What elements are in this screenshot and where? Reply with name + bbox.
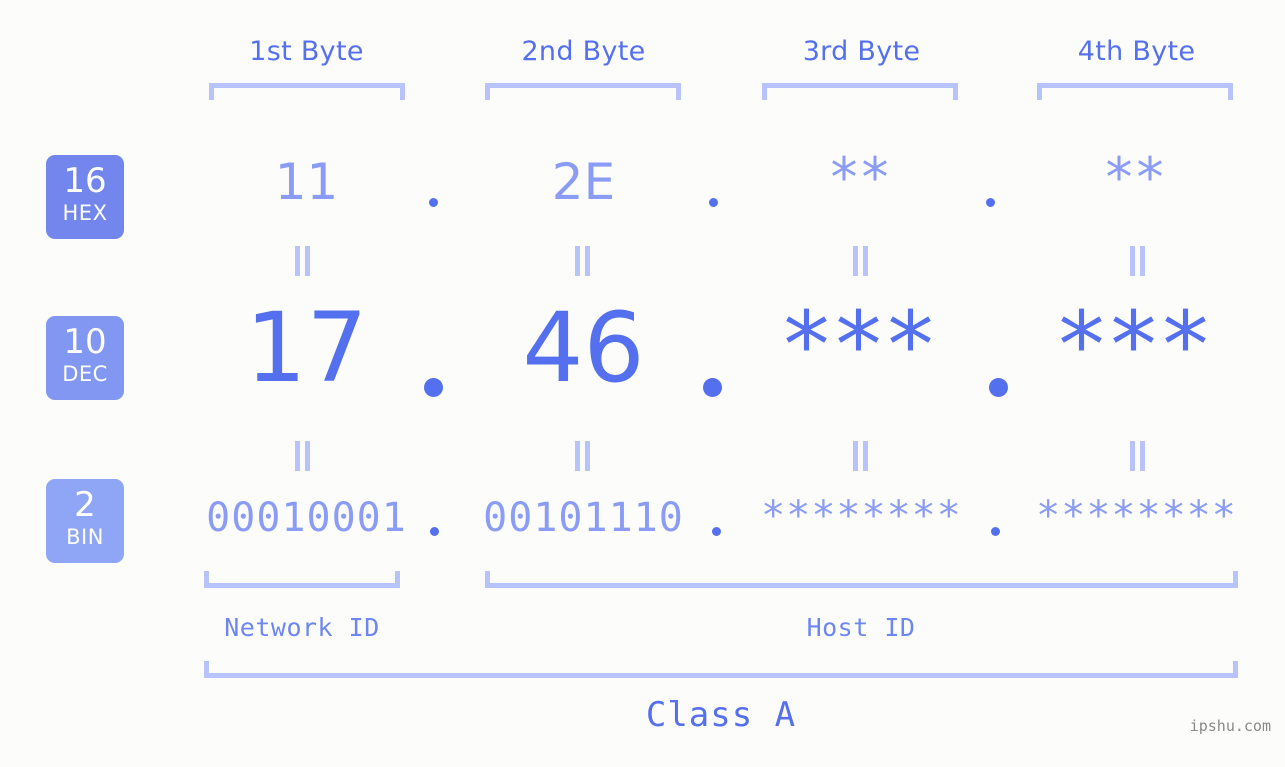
equals-hex-dec-3 (849, 246, 871, 276)
dec-byte-4: *** (1019, 294, 1254, 398)
byte-bracket-2 (485, 83, 681, 100)
byte-header-2: 2nd Byte (466, 30, 701, 74)
equals-hex-dec-1 (291, 246, 313, 276)
class-label: Class A (204, 695, 1238, 735)
dec-byte-1-value: 17 (245, 292, 368, 404)
byte-header-3-label: 3rd Byte (802, 36, 921, 67)
bin-byte-3-value: ******** (761, 493, 962, 539)
hex-byte-3: ** (744, 148, 979, 208)
base-badge-bin: 2 BIN (46, 479, 124, 563)
host-id-label: Host ID (743, 613, 979, 642)
equals-dec-bin-4 (1126, 441, 1148, 471)
bin-byte-4-value: ******** (1036, 493, 1237, 539)
byte-bracket-3 (762, 83, 958, 100)
equals-dec-bin-2 (571, 441, 593, 471)
bin-byte-1-value: 00010001 (206, 495, 407, 541)
hex-separator-dot-1 (429, 198, 438, 207)
host-id-bracket (485, 571, 1238, 588)
base-badge-dec-label: DEC (62, 362, 108, 386)
hex-byte-4-value: ** (1105, 146, 1168, 209)
dec-byte-3: *** (744, 294, 979, 398)
bin-byte-4: ******** (1019, 491, 1254, 541)
dec-separator-dot-2 (703, 378, 722, 397)
dec-byte-4-value: *** (1058, 292, 1215, 399)
byte-header-1-label: 1st Byte (249, 36, 364, 67)
base-badge-bin-label: BIN (66, 525, 104, 549)
byte-header-4-label: 4th Byte (1077, 36, 1196, 67)
byte-header-4: 4th Byte (1019, 30, 1254, 74)
host-id-label-text: Host ID (806, 613, 916, 642)
site-watermark: ipshu.com (1190, 717, 1271, 735)
base-badge-hex-number: 16 (63, 161, 107, 201)
hex-byte-1: 11 (189, 152, 424, 212)
network-id-label-text: Network ID (224, 613, 380, 642)
dec-byte-1: 17 (189, 296, 424, 400)
hex-byte-4: ** (1019, 148, 1254, 208)
equals-dec-bin-1 (291, 441, 313, 471)
byte-header-1: 1st Byte (189, 30, 424, 74)
hex-separator-dot-3 (986, 198, 995, 207)
hex-separator-dot-2 (709, 198, 718, 207)
equals-hex-dec-2 (571, 246, 593, 276)
network-id-label: Network ID (184, 613, 420, 642)
base-badge-dec-number: 10 (63, 322, 107, 362)
bin-byte-3: ******** (744, 491, 979, 541)
equals-dec-bin-3 (849, 441, 871, 471)
byte-bracket-4 (1037, 83, 1233, 100)
site-watermark-text: ipshu.com (1189, 717, 1271, 735)
equals-hex-dec-4 (1126, 246, 1148, 276)
bin-byte-1: 00010001 (189, 493, 424, 543)
bin-byte-2-value: 00101110 (483, 495, 684, 541)
hex-byte-2: 2E (466, 152, 701, 212)
bin-separator-dot-3 (991, 527, 1000, 536)
network-id-bracket (204, 571, 400, 588)
class-bracket (204, 661, 1238, 678)
byte-bracket-1 (209, 83, 405, 100)
bin-byte-2: 00101110 (466, 493, 701, 543)
hex-byte-2-value: 2E (551, 153, 616, 211)
bin-separator-dot-2 (712, 527, 721, 536)
base-badge-hex: 16 HEX (46, 155, 124, 239)
hex-byte-1-value: 11 (274, 153, 339, 211)
base-badge-dec: 10 DEC (46, 316, 124, 400)
byte-header-3: 3rd Byte (744, 30, 979, 74)
base-badge-hex-label: HEX (62, 201, 108, 225)
bin-separator-dot-1 (430, 527, 439, 536)
ip-byte-diagram: 1st Byte 2nd Byte 3rd Byte 4th Byte 16 H… (0, 0, 1285, 767)
base-badge-bin-number: 2 (74, 485, 96, 525)
dec-byte-2: 46 (466, 296, 701, 400)
dec-separator-dot-3 (989, 378, 1008, 397)
dec-byte-3-value: *** (783, 292, 940, 399)
dec-byte-2-value: 46 (522, 292, 645, 404)
hex-byte-3-value: ** (830, 146, 893, 209)
byte-header-2-label: 2nd Byte (521, 36, 646, 67)
class-label-text: Class A (645, 695, 797, 735)
dec-separator-dot-1 (424, 378, 443, 397)
